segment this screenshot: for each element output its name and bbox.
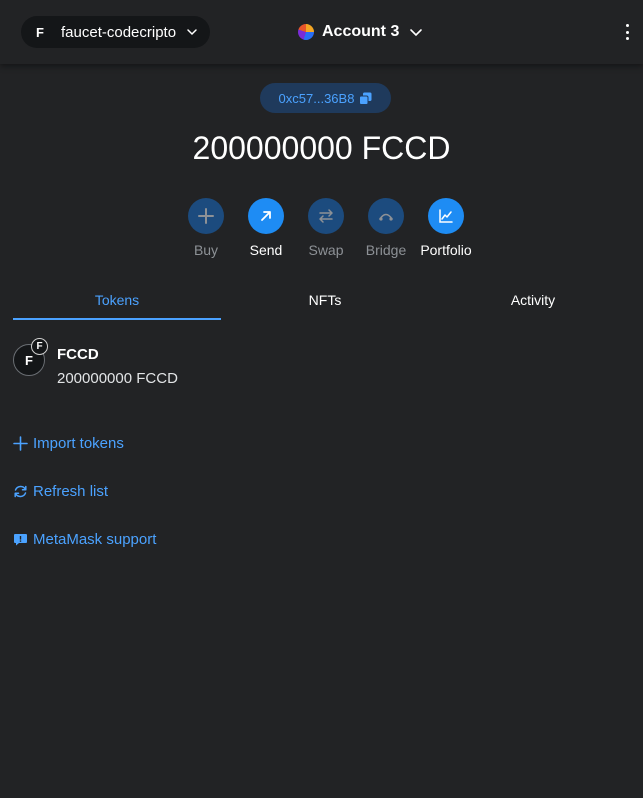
token-symbol: FCCD [57,346,99,363]
bridge-label: Bridge [365,242,407,258]
buy-label: Buy [193,242,219,258]
copy-icon [359,92,372,105]
portfolio-button[interactable]: Portfolio [411,198,481,258]
send-label: Send [249,242,283,258]
account-options-menu-icon[interactable] [618,22,636,42]
import-tokens-link[interactable]: Import tokens [13,431,124,455]
account-name: Account 3 [322,23,400,40]
account-picker[interactable]: Account 3 [298,20,423,44]
tab-activity[interactable]: Activity [429,286,637,320]
asset-tabs: Tokens NFTs Activity [13,286,638,320]
metamask-support-label: MetaMask support [33,530,157,548]
bridge-icon [368,198,404,234]
import-tokens-label: Import tokens [33,434,124,452]
swap-arrows-icon [308,198,344,234]
account-avatar-icon [298,24,314,40]
tab-tokens[interactable]: Tokens [13,286,221,320]
metamask-support-link[interactable]: MetaMask support [13,527,156,551]
network-badge-letter: F [36,341,43,352]
token-amount: 200000000 FCCD [57,370,178,387]
app-header: F faucet-codecripto Account 3 [0,0,643,64]
network-avatar: F [36,24,44,40]
token-list-item[interactable]: F F FCCD 200000000 FCCD [13,338,633,396]
address-text: 0xc57...36B8 [278,90,355,106]
token-avatar-letter: F [25,352,33,368]
portfolio-label: Portfolio [420,242,472,258]
arrow-up-right-icon [248,198,284,234]
chevron-down-icon [187,29,197,36]
network-badge: F [31,338,48,355]
wallet-actions: Buy Send Swap Bridge Portfolio [0,198,643,268]
refresh-icon [14,485,27,497]
chevron-down-icon [410,29,423,37]
network-picker[interactable]: F faucet-codecripto [21,16,210,48]
swap-label: Swap [308,242,344,258]
plus-icon [13,435,28,451]
refresh-list-link[interactable]: Refresh list [13,479,108,503]
balance-display: 200000000 FCCD [192,130,451,166]
tab-nfts[interactable]: NFTs [221,286,429,320]
plus-icon [188,198,224,234]
chat-bubble-icon [14,533,27,545]
network-name: faucet-codecripto [61,23,177,41]
refresh-list-label: Refresh list [33,482,109,500]
copy-address-button[interactable]: 0xc57...36B8 [260,83,391,113]
chart-line-icon [428,198,464,234]
